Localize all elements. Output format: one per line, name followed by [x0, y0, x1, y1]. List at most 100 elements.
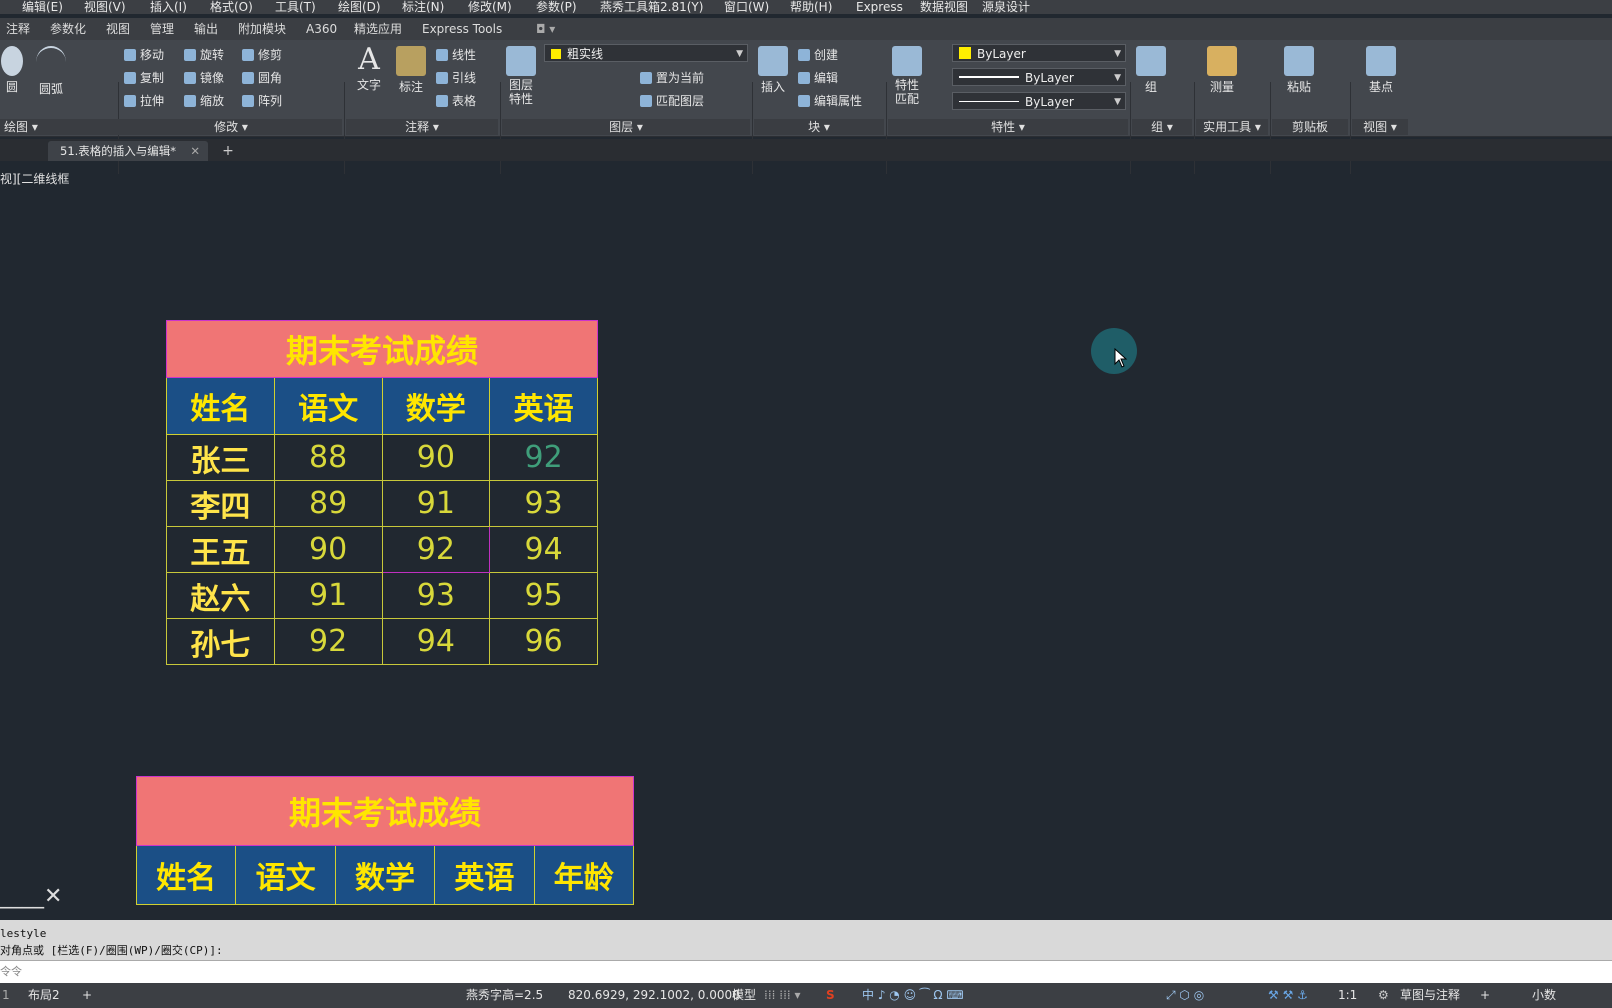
panel-title-properties[interactable]: 特性 ▾ — [888, 119, 1128, 135]
panel-title-draw[interactable]: 绘图 ▾ — [0, 119, 120, 135]
score-cell: 88 — [273, 434, 383, 481]
menu-format[interactable]: 格式(O) — [210, 0, 253, 14]
panel-title-layers[interactable]: 图层 ▾ — [502, 119, 750, 135]
panel-title-modify[interactable]: 修改 ▾ — [120, 119, 342, 135]
scale-button[interactable]: 缩放 — [184, 92, 224, 109]
circle-button[interactable]: 圆 — [0, 46, 24, 95]
trim-button[interactable]: 修剪 — [242, 46, 282, 63]
text-height-readout[interactable]: 燕秀字高=2.5 — [466, 983, 543, 1008]
units-setting[interactable]: 小数 — [1532, 983, 1556, 1008]
menu-help[interactable]: 帮助(H) — [790, 0, 832, 14]
add-layout-button[interactable]: + — [82, 983, 92, 1008]
match-layer-button[interactable]: 匹配图层 — [640, 92, 704, 109]
ime-logo-icon[interactable]: S — [826, 983, 835, 1008]
snap-icons[interactable]: ⤢ ⬡ ◎ — [1166, 983, 1204, 1008]
fillet-button[interactable]: 圆角 — [242, 69, 282, 86]
insert-button[interactable]: 插入 — [756, 46, 790, 95]
color-combo[interactable]: ByLayer ▼ — [952, 44, 1126, 62]
match-properties-button[interactable]: 特性 匹配 — [890, 46, 924, 106]
model-space-button[interactable]: 模型 — [732, 983, 756, 1008]
linear-button[interactable]: 线性 — [436, 46, 476, 63]
array-button[interactable]: 阵列 — [242, 92, 282, 109]
plus-icon[interactable]: + — [1480, 983, 1490, 1008]
lineweight-combo[interactable]: ByLayer ▼ — [952, 92, 1126, 110]
panel-title-block[interactable]: 块 ▾ — [754, 119, 884, 135]
menu-window[interactable]: 窗口(W) — [724, 0, 769, 14]
base-view-button[interactable]: 基点 — [1364, 46, 1398, 95]
lineweight-icon — [959, 101, 1019, 102]
panel-title-view[interactable]: 视图 ▾ — [1352, 119, 1408, 135]
layer-combo[interactable]: 粗实线 ▼ — [544, 44, 748, 62]
panel-title-utilities[interactable]: 实用工具 ▾ — [1196, 119, 1268, 135]
copy-button[interactable]: 复制 — [124, 69, 164, 86]
tab-addins[interactable]: 附加模块 — [238, 18, 286, 40]
mirror-button[interactable]: 镜像 — [184, 69, 224, 86]
annotation-scale-icon[interactable]: ⚒ ⚒ ⚓ — [1268, 983, 1308, 1008]
tab-express-tools[interactable]: Express Tools — [422, 18, 502, 40]
paste-button[interactable]: 粘贴 — [1282, 46, 1316, 95]
dimension-button[interactable]: 标注 — [394, 46, 428, 95]
workspace-switch[interactable]: 草图与注释 — [1400, 983, 1460, 1008]
create-block-button[interactable]: 创建 — [798, 46, 838, 63]
menu-draw[interactable]: 绘图(D) — [338, 0, 381, 14]
tab-manage[interactable]: 管理 — [150, 18, 174, 40]
document-tab[interactable]: 51.表格的插入与编辑* ✕ — [48, 141, 208, 161]
leader-button[interactable]: 引线 — [436, 69, 476, 86]
tab-featured[interactable]: 精选应用 — [354, 18, 402, 40]
menu-dimension[interactable]: 标注(N) — [402, 0, 444, 14]
header-cell: 英语 — [489, 377, 598, 435]
menu-express[interactable]: Express — [856, 0, 903, 14]
header-cell: 语文 — [273, 377, 383, 435]
score-table-2[interactable]: 期末考试成绩 姓名 语文 数学 英语 年龄 — [135, 776, 635, 905]
rotate-button[interactable]: 旋转 — [184, 46, 224, 63]
panel-title-group[interactable]: 组 ▾ — [1132, 119, 1192, 135]
menu-edit[interactable]: 编辑(E) — [22, 0, 63, 14]
measure-button[interactable]: 测量 — [1204, 46, 1240, 95]
panel-title-annotate[interactable]: 注释 ▾ — [346, 119, 498, 135]
score-table-1[interactable]: 期末考试成绩 姓名 语文 数学 英语 张三 88 90 92 李四 89 91 … — [166, 320, 598, 665]
layout-tab-2[interactable]: 布局2 — [28, 983, 60, 1008]
linetype-combo[interactable]: ByLayer ▼ — [952, 68, 1126, 86]
table-button[interactable]: 表格 — [436, 92, 476, 109]
annotation-scale[interactable]: 1:1 — [1338, 983, 1357, 1008]
move-button[interactable]: 移动 — [124, 46, 164, 63]
menu-yanxiu[interactable]: 燕秀工具箱2.81(Y) — [600, 0, 703, 14]
menu-bar: 编辑(E) 视图(V) 插入(I) 格式(O) 工具(T) 绘图(D) 标注(N… — [0, 0, 1612, 14]
menu-params[interactable]: 参数(P) — [536, 0, 577, 14]
menu-dataview[interactable]: 数据视图 — [920, 0, 968, 14]
score-cell: 96 — [489, 618, 598, 665]
viewport-label[interactable]: 视][二维线框 — [0, 170, 69, 187]
layer-properties-button[interactable]: 图层 特性 — [504, 46, 538, 106]
layout-tab-left[interactable]: 1 — [2, 983, 10, 1008]
name-cell: 孙七 — [166, 618, 275, 665]
tab-a360[interactable]: A360 — [306, 18, 337, 40]
menu-insert[interactable]: 插入(I) — [150, 0, 187, 14]
close-icon[interactable]: ✕ — [190, 141, 200, 161]
edit-block-button[interactable]: 编辑 — [798, 69, 838, 86]
tab-output[interactable]: 输出 — [194, 18, 218, 40]
edit-block-icon — [798, 71, 810, 84]
set-current-layer-button[interactable]: 置为当前 — [640, 69, 704, 86]
gear-icon[interactable]: ⚙ — [1378, 983, 1389, 1008]
panel-title-clipboard[interactable]: 剪贴板 — [1272, 119, 1348, 135]
text-button[interactable]: A 文字 — [352, 44, 386, 93]
ime-toolbar-icon[interactable]: 中 ♪ ◔ ☺ ⁀ Ω ⌨ — [862, 983, 964, 1008]
menu-view[interactable]: 视图(V) — [84, 0, 126, 14]
menu-tools[interactable]: 工具(T) — [275, 0, 316, 14]
ribbon-toggle-icon[interactable]: ◘ ▾ — [536, 18, 555, 40]
new-tab-button[interactable]: + — [218, 142, 238, 160]
edit-attributes-button[interactable]: 编辑属性 — [798, 92, 862, 109]
paste-icon — [1284, 46, 1314, 76]
menu-yuanquan[interactable]: 源泉设计 — [982, 0, 1030, 14]
group-button[interactable]: 组 — [1136, 46, 1166, 95]
menu-modify[interactable]: 修改(M) — [468, 0, 512, 14]
ribbon-tab-bar: 注释 参数化 视图 管理 输出 附加模块 A360 精选应用 Express T… — [0, 18, 1612, 40]
stretch-button[interactable]: 拉伸 — [124, 92, 164, 109]
arc-button[interactable]: 圆弧 — [36, 46, 66, 97]
tab-view[interactable]: 视图 — [106, 18, 130, 40]
tab-parametric[interactable]: 参数化 — [50, 18, 86, 40]
chevron-down-icon: ▼ — [1114, 97, 1121, 107]
grid-icon[interactable]: ⁞⁞⁞ ⁞⁞⁞ ▾ — [764, 983, 801, 1008]
tab-annotate[interactable]: 注释 — [6, 18, 30, 40]
command-input[interactable]: 令令 — [0, 960, 1612, 983]
